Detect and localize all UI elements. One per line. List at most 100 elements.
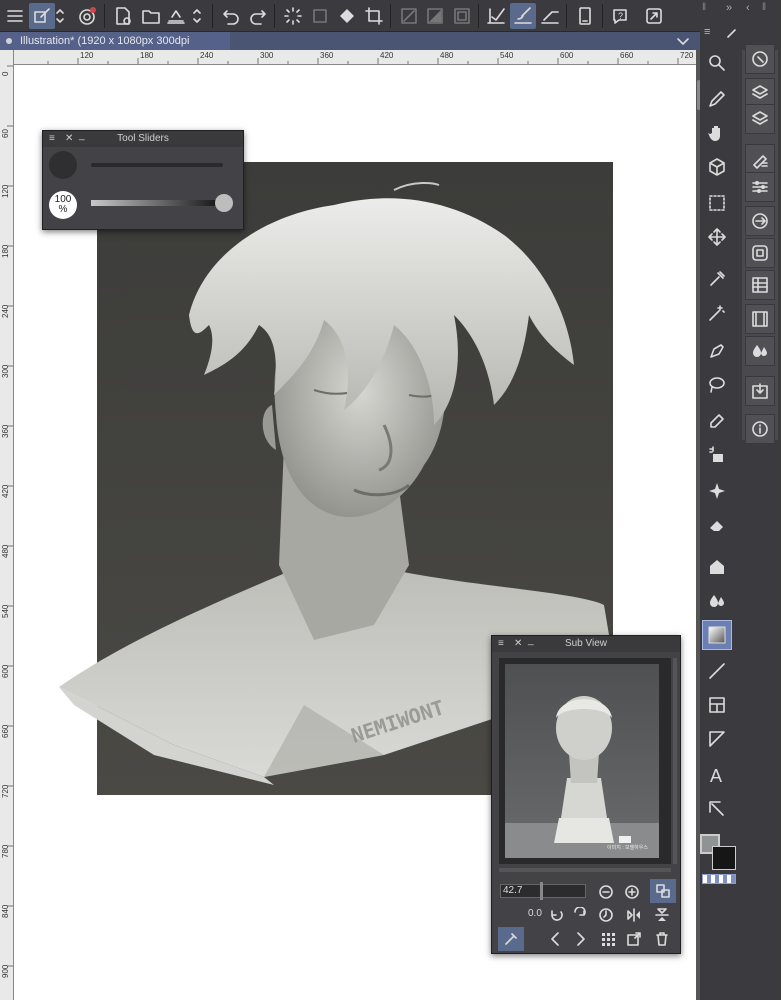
lasso-tool-icon[interactable] (702, 370, 732, 400)
grid-icon[interactable] (600, 931, 616, 952)
blend-tool-icon[interactable] (702, 586, 732, 616)
ruler-label: 60 (1, 129, 10, 138)
phone-icon[interactable] (572, 3, 598, 29)
redo-icon[interactable] (245, 3, 271, 29)
pen-mini-icon[interactable] (726, 26, 738, 44)
rotate-left-icon[interactable] (548, 907, 564, 928)
import-icon[interactable] (745, 376, 775, 406)
reset-rotation-icon[interactable] (598, 907, 614, 928)
opacity-slider[interactable] (91, 200, 223, 206)
snap-icon[interactable] (537, 3, 563, 29)
transparent-color-swatch[interactable] (702, 874, 736, 884)
ruler-label: 360 (1, 424, 10, 438)
check-icon[interactable] (483, 3, 509, 29)
ruler-label: 420 (380, 51, 394, 60)
airbrush-tool-icon[interactable] (702, 440, 732, 470)
gif-icon[interactable] (74, 3, 100, 29)
gradient-tool-icon[interactable] (702, 620, 732, 650)
new-icon[interactable] (110, 3, 136, 29)
dock-grip-icon[interactable]: ‖ (702, 2, 706, 13)
zoom-tool-icon[interactable] (702, 48, 732, 78)
frame-tool-icon[interactable] (702, 690, 732, 720)
line-tool-icon[interactable] (702, 656, 732, 686)
ruler-tool-icon[interactable] (702, 724, 732, 754)
next-image-icon[interactable] (574, 931, 588, 952)
brush-size-icon[interactable] (745, 144, 775, 174)
material-icon[interactable] (745, 270, 775, 300)
menu-icon[interactable] (2, 3, 28, 29)
help-icon[interactable]: ? (607, 3, 633, 29)
ruler-label: 600 (1, 664, 10, 678)
ruler-icon[interactable] (449, 3, 475, 29)
move-tool-icon[interactable] (702, 222, 732, 252)
sparkle-tool-icon[interactable] (702, 476, 732, 506)
zoom-field[interactable]: 42.7 (500, 884, 586, 898)
3d-tool-icon[interactable] (702, 152, 732, 182)
delete-icon[interactable] (654, 931, 670, 952)
eraser2-tool-icon[interactable] (702, 510, 732, 540)
ruler-label: 420 (1, 484, 10, 498)
rotate-right-icon[interactable] (572, 906, 588, 928)
undo-icon[interactable] (218, 3, 244, 29)
ruler-label: 300 (260, 51, 274, 60)
collapse-left-icon[interactable]: ‹ (746, 2, 750, 14)
sub-view-frame: 이미지 : 모델하우스 (499, 658, 671, 864)
ruler-label: 540 (1, 604, 10, 618)
updown-icon[interactable] (52, 3, 68, 29)
collapse-right-icon[interactable]: » (726, 2, 732, 14)
color-set-icon[interactable] (745, 238, 775, 268)
eyedropper-tool-icon[interactable] (702, 264, 732, 294)
ruler-label: 360 (320, 51, 334, 60)
dock-grip-icon[interactable]: ‖ (762, 2, 766, 13)
info-icon[interactable] (745, 414, 775, 444)
tool-menu-icon[interactable]: ≡ (704, 26, 710, 38)
eraser-tool-icon[interactable] (702, 404, 732, 434)
ruler-label: 840 (1, 904, 10, 918)
layer-property-icon[interactable] (745, 104, 775, 134)
zoom-in-icon[interactable] (624, 884, 640, 905)
transform-icon[interactable] (307, 3, 333, 29)
flip-horizontal-icon[interactable] (626, 907, 642, 928)
tool-property-icon[interactable] (745, 172, 775, 202)
operation-tool-icon[interactable] (702, 794, 732, 824)
save-icon[interactable] (163, 3, 189, 29)
timeline-icon[interactable] (745, 304, 775, 334)
import-image-icon[interactable] (626, 931, 642, 952)
zoom-out-icon[interactable] (598, 884, 614, 905)
reference-image[interactable] (499, 658, 671, 864)
sub-color-swatch[interactable] (712, 846, 736, 870)
flip-vertical-icon[interactable] (654, 907, 670, 928)
open-icon[interactable] (138, 3, 164, 29)
brush-size-slider[interactable] (91, 163, 223, 167)
magic-wand-tool-icon[interactable] (702, 298, 732, 328)
ruler-label: 0 (1, 71, 10, 76)
layer-mask-icon[interactable] (422, 3, 448, 29)
fit-view-icon[interactable] (650, 879, 676, 903)
svg-text:A: A (710, 766, 722, 785)
document-tab[interactable]: Illustration* (1920 x 1080px 300dpi 207.… (0, 32, 230, 65)
selection-tool-icon[interactable] (702, 188, 732, 218)
loading-icon[interactable] (280, 3, 306, 29)
document-tab-bar: Illustration* (1920 x 1080px 300dpi 207.… (0, 32, 700, 65)
fill-icon[interactable] (334, 3, 360, 29)
updown-icon[interactable] (189, 3, 205, 29)
pen-tool-icon[interactable] (702, 84, 732, 114)
crop-icon[interactable] (361, 3, 387, 29)
navigator-icon[interactable] (745, 44, 775, 74)
brush-icon[interactable] (510, 3, 536, 29)
sub-view-hscrollbar[interactable] (499, 868, 671, 872)
sub-view-scrollbar[interactable] (673, 658, 677, 864)
text-tool-icon[interactable]: A (702, 760, 732, 790)
pen-nib-tool-icon[interactable] (702, 336, 732, 366)
zoom-slider-handle[interactable] (540, 882, 543, 900)
expand-icon[interactable] (641, 3, 667, 29)
color-mix-icon[interactable] (745, 336, 775, 366)
previous-image-icon[interactable] (548, 931, 562, 952)
color-wheel-icon[interactable] (745, 206, 775, 236)
hand-tool-icon[interactable] (702, 118, 732, 148)
fill-tool-icon[interactable] (702, 552, 732, 582)
eyedropper-icon[interactable] (498, 927, 524, 951)
selection-off-icon[interactable] (396, 3, 422, 29)
opacity-slider-handle[interactable] (215, 194, 233, 212)
vertical-ruler: 0 60 120 180 240 300 360 420 480 540 600… (0, 50, 14, 1000)
